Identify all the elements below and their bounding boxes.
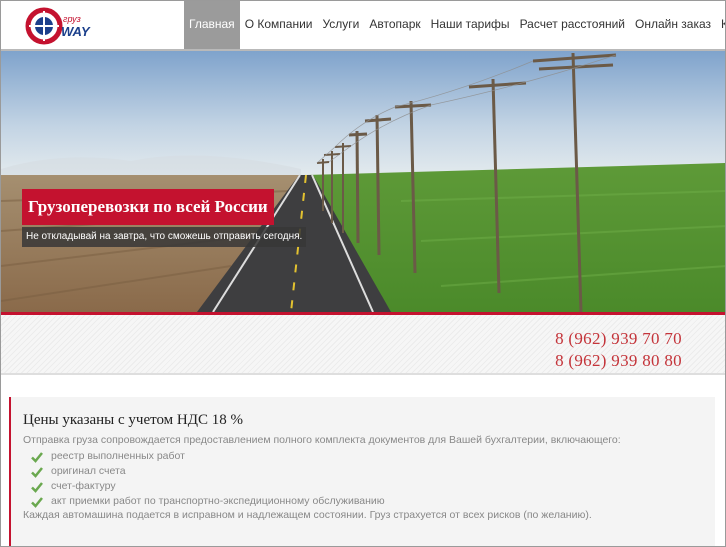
nav-item-order[interactable]: Онлайн заказ xyxy=(630,1,716,49)
nav-item-contacts[interactable]: Контакты xyxy=(716,1,725,49)
band-divider xyxy=(1,373,725,375)
nav-item-about[interactable]: О Компании xyxy=(240,1,318,49)
nav-item-fleet[interactable]: Автопарк xyxy=(364,1,425,49)
list-item: акт приемки работ по транспортно-экспеди… xyxy=(31,494,385,509)
phones-band: 8 (962) 939 70 70 8 (962) 939 80 80 xyxy=(1,315,725,373)
logo-graphic: груз WAY xyxy=(25,7,91,45)
hero-image xyxy=(1,51,725,312)
list-item-label: оригинал счета xyxy=(51,465,126,477)
nav-item-tariffs[interactable]: Наши тарифы xyxy=(426,1,515,49)
hero-title: Грузоперевозки по всей России xyxy=(22,189,274,225)
header: груз WAY Главная О Компании Услуги Автоп… xyxy=(1,1,725,51)
hero-banner: Грузоперевозки по всей России Не отклады… xyxy=(1,51,725,312)
page-frame: груз WAY Главная О Компании Услуги Автоп… xyxy=(0,0,726,547)
list-item: реестр выполненных работ xyxy=(31,449,385,464)
checkmark-icon xyxy=(31,481,43,493)
list-item-label: акт приемки работ по транспортно-экспеди… xyxy=(51,495,385,507)
phone-number[interactable]: 8 (962) 939 80 80 xyxy=(555,351,682,371)
logo-top-text: груз xyxy=(63,14,81,24)
checkmark-icon xyxy=(31,466,43,478)
hero-subtitle: Не откладывай на завтра, что сможешь отп… xyxy=(22,227,307,247)
main-nav: Главная О Компании Услуги Автопарк Наши … xyxy=(184,1,725,49)
nav-item-distance[interactable]: Расчет расстояний xyxy=(515,1,630,49)
nav-item-services[interactable]: Услуги xyxy=(317,1,364,49)
vat-heading: Цены указаны с учетом НДС 18 % xyxy=(23,412,243,428)
intro-text: Отправка груза сопровождается предоставл… xyxy=(23,434,621,446)
nav-item-home[interactable]: Главная xyxy=(184,1,240,49)
list-item-label: реестр выполненных работ xyxy=(51,450,185,462)
list-item: оригинал счета xyxy=(31,464,385,479)
list-item-label: счет-фактуру xyxy=(51,480,116,492)
checkmark-icon xyxy=(31,451,43,463)
checkmark-icon xyxy=(31,496,43,508)
logo-bottom-text: WAY xyxy=(61,24,91,39)
documents-list: реестр выполненных работ оригинал счета … xyxy=(31,449,385,509)
outro-text: Каждая автомашина подается в исправном и… xyxy=(23,509,592,521)
list-item: счет-фактуру xyxy=(31,479,385,494)
content-box: Цены указаны с учетом НДС 18 % Отправка … xyxy=(9,397,715,546)
phone-number[interactable]: 8 (962) 939 70 70 xyxy=(555,329,682,349)
logo[interactable]: груз WAY xyxy=(25,5,95,47)
